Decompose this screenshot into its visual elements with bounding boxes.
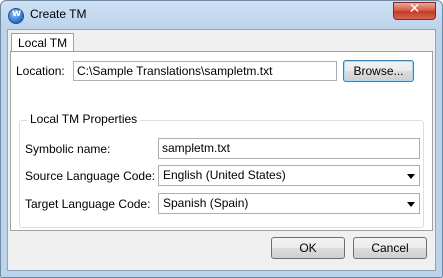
location-input[interactable]: C:\Sample Translations\sampletm.txt [73,61,337,81]
close-button[interactable]: ✕ [393,1,436,20]
target-language-value: Spanish (Spain) [163,196,249,210]
target-language-select[interactable]: Spanish (Spain) [158,193,420,214]
dialog-body: Local TM Location: C:\Sample Translation… [7,29,436,271]
chevron-down-icon [407,202,415,207]
window-title: Create TM [30,7,87,21]
chevron-down-icon [407,174,415,179]
tab-local-tm[interactable]: Local TM [11,33,75,52]
symbolic-name-label: Symbolic name: [25,142,111,156]
close-icon: ✕ [408,1,421,17]
target-language-label: Target Language Code: [25,197,151,211]
source-language-label: Source Language Code: [25,169,156,183]
app-icon [8,8,24,24]
location-label: Location: [16,64,65,78]
cancel-button[interactable]: Cancel [353,237,427,259]
group-title: Local TM Properties [27,112,141,126]
browse-button[interactable]: Browse... [343,60,414,82]
title-bar[interactable]: Create TM ✕ [1,1,442,29]
source-language-select[interactable]: English (United States) [158,165,420,186]
symbolic-name-input[interactable]: sampletm.txt [158,138,420,159]
ok-button[interactable]: OK [271,237,345,259]
tab-panel: Location: C:\Sample Translations\samplet… [10,51,433,231]
source-language-value: English (United States) [163,168,286,182]
create-tm-dialog: Create TM ✕ Local TM Location: C:\Sample… [0,0,443,278]
